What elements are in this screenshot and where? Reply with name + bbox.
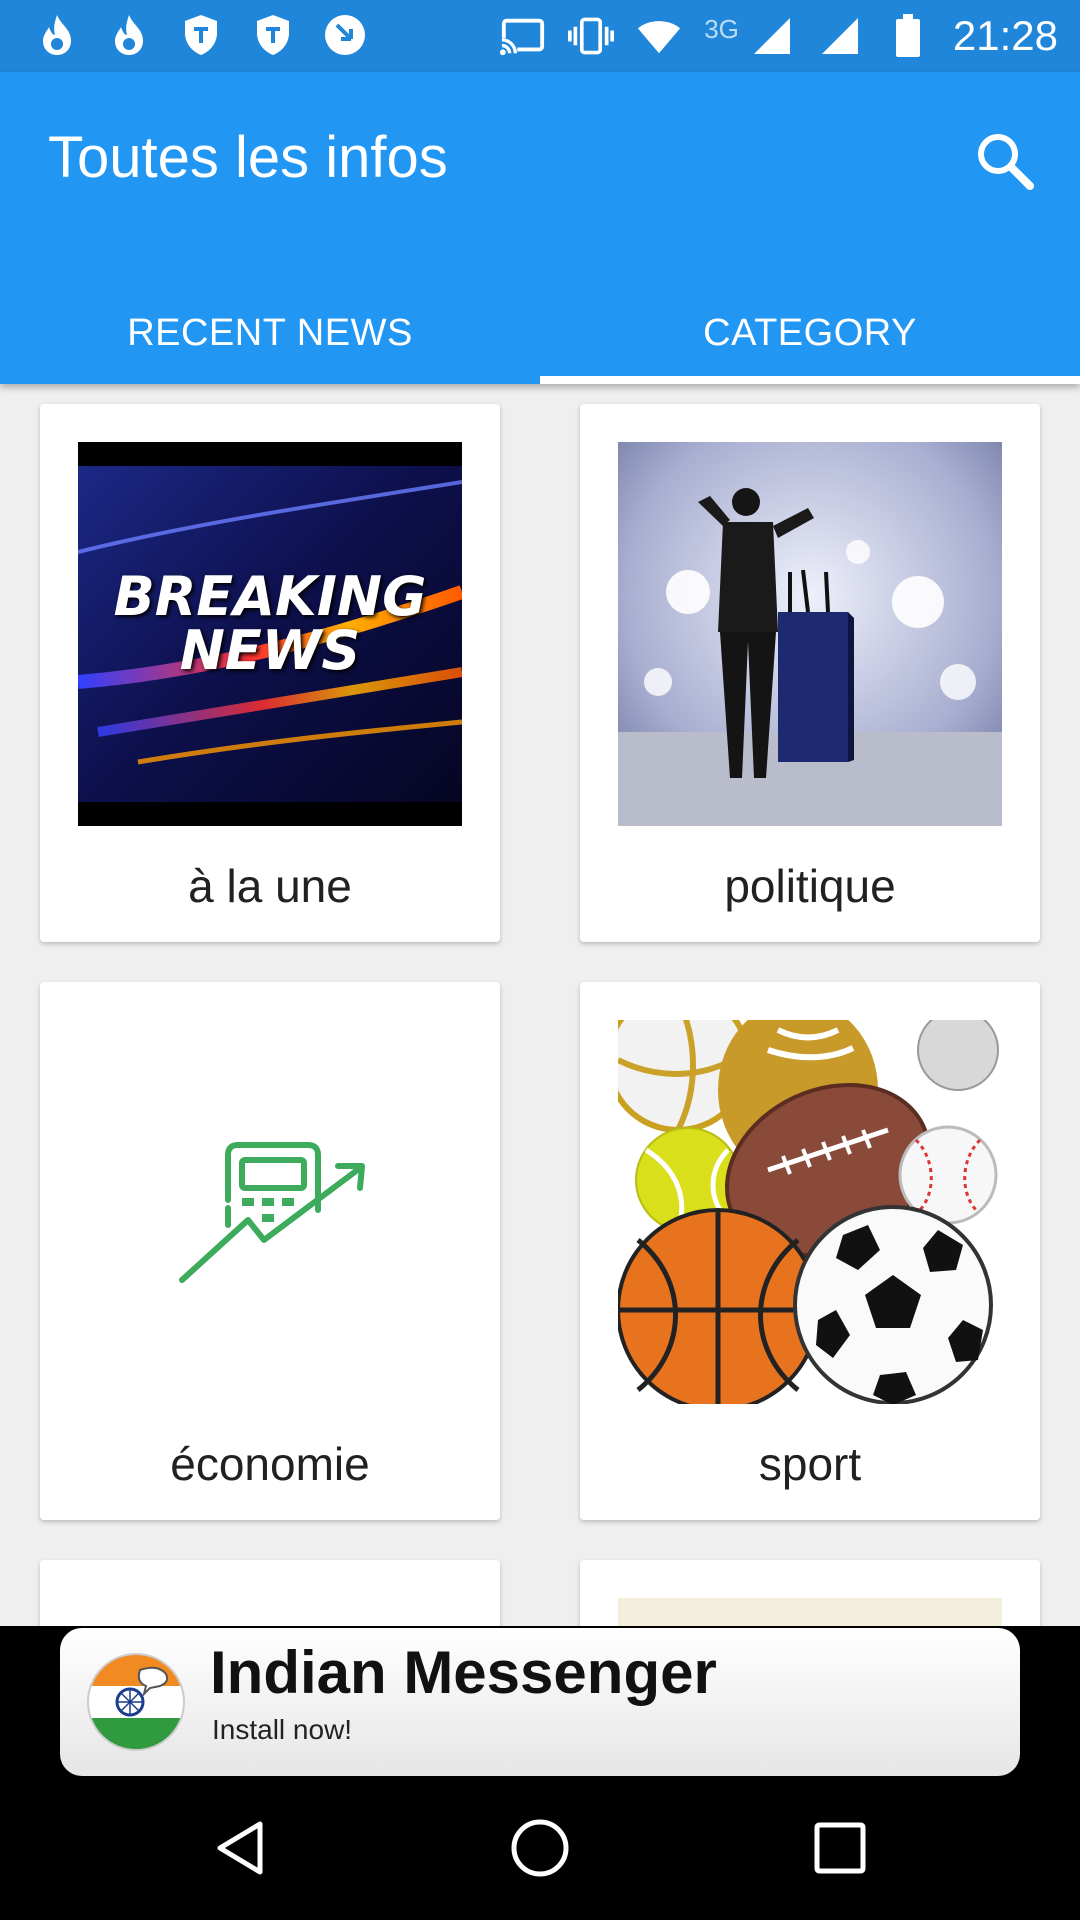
- tab-indicator: [540, 376, 1080, 384]
- clock: 21:28: [952, 12, 1058, 59]
- breaking-news-text-line2: NEWS: [179, 619, 361, 682]
- navigation-bar: [0, 1776, 1080, 1920]
- vibrate-icon: [568, 13, 615, 59]
- indian-flag-chat-icon: [86, 1652, 186, 1752]
- network-type-label: 3G: [704, 13, 739, 44]
- home-button[interactable]: [504, 1812, 576, 1884]
- search-button[interactable]: [970, 126, 1040, 196]
- tab-bar: RECENT NEWS CATEGORY: [0, 282, 1080, 384]
- ad-banner[interactable]: Indian Messenger Install now!: [60, 1628, 1020, 1776]
- recents-icon: [814, 1822, 866, 1874]
- category-card-partial[interactable]: [580, 1560, 1040, 1626]
- app-bar: Toutes les infos RECENT NEWS CATEGORY: [0, 72, 1080, 384]
- category-label: à la une: [188, 860, 352, 912]
- cast-icon: [500, 13, 546, 59]
- signal-icon: [749, 13, 795, 59]
- notification-icons: [34, 12, 368, 58]
- search-icon: [978, 134, 1034, 190]
- politician-podium-image: [618, 442, 1002, 826]
- breaking-news-image: BREAKING NEWS: [78, 442, 462, 826]
- status-bar: 3G 21:28: [0, 0, 1080, 72]
- economy-calculator-icon: [78, 1020, 462, 1404]
- category-card-sport[interactable]: sport: [580, 982, 1040, 1520]
- category-label: économie: [170, 1438, 370, 1490]
- shield-icon: [250, 12, 296, 58]
- category-card-partial[interactable]: [40, 1560, 500, 1626]
- category-thumbnail-partial: [618, 1598, 1002, 1626]
- home-icon: [511, 1819, 569, 1877]
- signal-icon: [817, 13, 863, 59]
- sports-balls-image: [618, 1020, 1002, 1404]
- system-icons: 3G 21:28: [500, 10, 1058, 62]
- category-card-a-la-une[interactable]: BREAKING NEWS à la une: [40, 404, 500, 942]
- shield-icon: [178, 12, 224, 58]
- ad-container: Indian Messenger Install now!: [0, 1626, 1080, 1776]
- recents-button[interactable]: [804, 1812, 876, 1884]
- flame-icon: [34, 12, 80, 58]
- category-card-politique[interactable]: politique: [580, 404, 1040, 942]
- tab-recent-news[interactable]: RECENT NEWS: [0, 282, 540, 384]
- category-grid: BREAKING NEWS à la une politique économi…: [0, 384, 1080, 1626]
- app-title: Toutes les infos: [48, 125, 448, 190]
- ad-subtitle: Install now!: [212, 1714, 353, 1745]
- tab-category[interactable]: CATEGORY: [540, 282, 1080, 384]
- ad-title: Indian Messenger: [210, 1639, 717, 1706]
- back-icon: [217, 1821, 263, 1875]
- category-label: politique: [724, 860, 896, 912]
- category-card-economie[interactable]: économie: [40, 982, 500, 1520]
- breaking-news-text-line1: BREAKING: [113, 565, 427, 628]
- battery-icon: [885, 13, 931, 59]
- sync-arrow-icon: [322, 12, 368, 58]
- flame-icon: [106, 12, 152, 58]
- category-label: sport: [758, 1438, 862, 1490]
- back-button[interactable]: [204, 1812, 276, 1884]
- wifi-icon: [636, 13, 682, 59]
